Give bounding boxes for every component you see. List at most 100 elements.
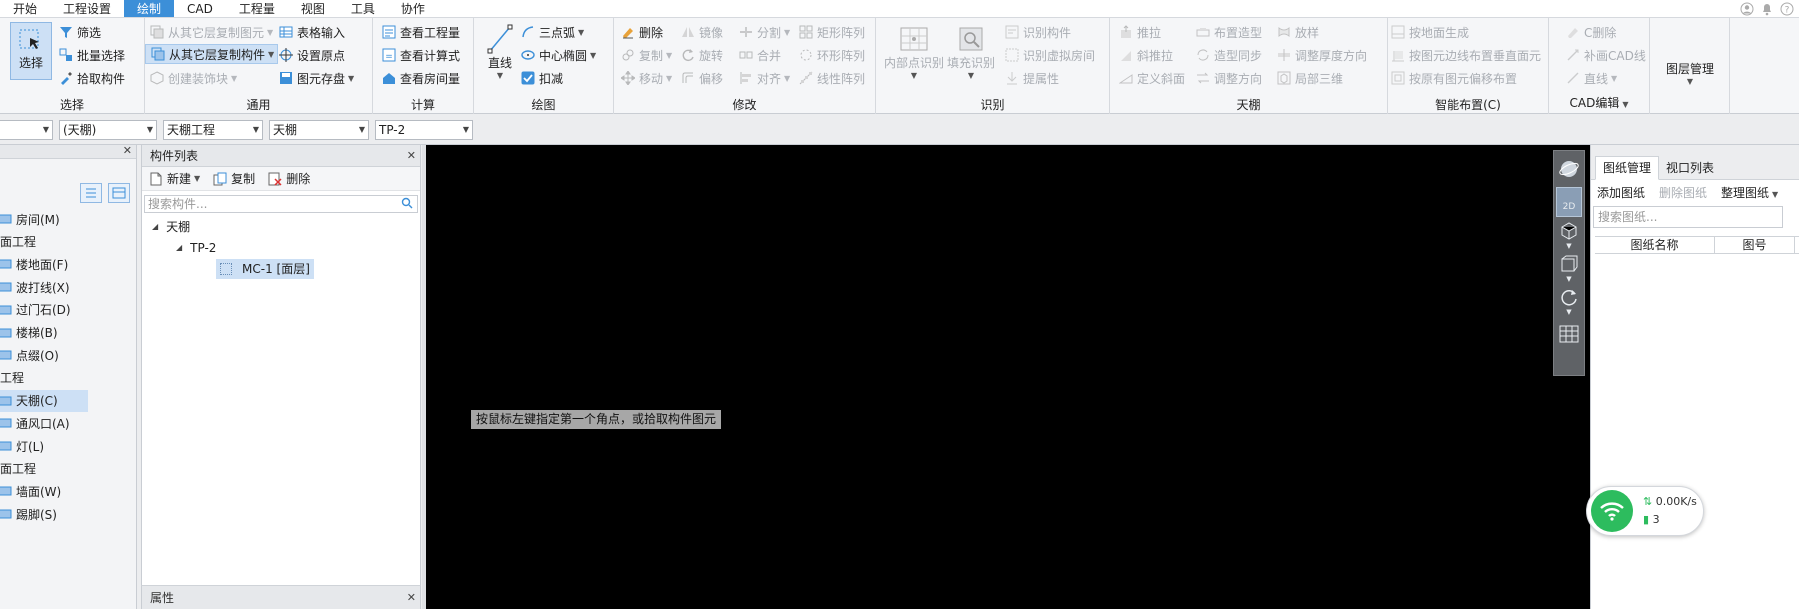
delete-component-button[interactable]: 删除: [267, 169, 310, 189]
nav-item[interactable]: 通风口(A): [0, 412, 88, 434]
center-ellipse-button[interactable]: 中心椭圆 ▼: [520, 45, 596, 65]
close-icon[interactable]: ✕: [407, 145, 416, 167]
nav-item[interactable]: 楼地面(F): [0, 253, 88, 275]
drawing-search-input[interactable]: 搜索图纸...: [1593, 206, 1783, 228]
menu-tab-cad[interactable]: CAD: [174, 0, 226, 17]
split-button[interactable]: 分割 ▼: [738, 22, 790, 42]
column-drawing-number[interactable]: 图号: [1715, 237, 1795, 253]
three-point-arc-button[interactable]: 三点弧 ▼: [520, 22, 584, 42]
group-label-cad-edit[interactable]: CAD编辑 ▼: [1549, 95, 1649, 113]
deduct-checkbox[interactable]: 扣减: [520, 68, 563, 88]
extract-property-button[interactable]: 提属性: [1004, 68, 1059, 88]
view-box-icon[interactable]: ▼: [1556, 253, 1582, 283]
orbit-icon[interactable]: [1556, 154, 1582, 184]
search-icon[interactable]: [401, 197, 413, 213]
adjust-direction-button[interactable]: 调整方向: [1195, 68, 1262, 88]
push-pull-button[interactable]: 推拉: [1118, 22, 1161, 42]
define-slope-button[interactable]: 定义斜面: [1118, 68, 1185, 88]
nav-item[interactable]: 天棚(C): [0, 389, 88, 412]
fill-identify-button[interactable]: 填充识别 ▼: [946, 24, 996, 80]
loft-button[interactable]: 放样: [1276, 22, 1319, 42]
line-button[interactable]: 直线 ▼: [482, 24, 518, 84]
column-drawing-name[interactable]: 图纸名称: [1595, 237, 1715, 253]
interior-point-identify-button[interactable]: 内部点识别 ▼: [884, 24, 944, 80]
element-save-button[interactable]: 图元存盘 ▼: [278, 68, 354, 88]
menu-tab-start[interactable]: 开始: [0, 0, 50, 17]
shape-sync-button[interactable]: 造型同步: [1195, 45, 1262, 65]
nav-item[interactable]: 过门石(D): [0, 299, 88, 321]
mirror-button[interactable]: 镜像: [680, 22, 723, 42]
new-component-button[interactable]: 新建 ▼: [148, 169, 200, 189]
nav-item[interactable]: 墙面(W): [0, 480, 88, 502]
nav-item[interactable]: 踢脚(S): [0, 503, 88, 525]
floor-combo[interactable]: ▼: [0, 120, 53, 140]
component-name-combo[interactable]: TP-2 ▼: [375, 120, 473, 140]
organize-drawing-button[interactable]: 整理图纸 ▼: [1721, 184, 1778, 201]
menu-tab-project-settings[interactable]: 工程设置: [50, 0, 124, 17]
view-3d-cube-icon[interactable]: ▼: [1556, 220, 1582, 250]
user-icon[interactable]: [1739, 1, 1755, 17]
move-button[interactable]: 移动 ▼: [620, 68, 672, 88]
merge-button[interactable]: 合并: [738, 45, 781, 65]
expand-triangle-icon[interactable]: ◢: [152, 217, 158, 237]
filter-button[interactable]: 筛选: [58, 22, 101, 42]
local-3d-button[interactable]: 局部三维: [1276, 68, 1343, 88]
align-button[interactable]: 对齐 ▼: [738, 68, 790, 88]
menu-tab-quantity[interactable]: 工程量: [226, 0, 288, 17]
view-formula-button[interactable]: = 查看计算式: [381, 45, 460, 65]
bell-icon[interactable]: [1759, 1, 1775, 17]
linear-array-button[interactable]: 线性阵列: [798, 68, 865, 88]
category-combo[interactable]: (天棚) ▼: [59, 120, 157, 140]
nav-section-header[interactable]: 工程: [0, 367, 88, 389]
identify-component-button[interactable]: 识别构件: [1004, 22, 1071, 42]
view-2d-button[interactable]: 2D: [1556, 187, 1582, 217]
identify-virtual-room-button[interactable]: 识别虚拟房间: [1004, 45, 1095, 65]
layout-by-edge-button[interactable]: 按图元边线布置垂直面元: [1390, 45, 1541, 65]
view-quantity-button[interactable]: 查看工程量: [381, 22, 460, 42]
list-view-icon[interactable]: [80, 183, 102, 203]
slant-push-pull-button[interactable]: 斜推拉: [1118, 45, 1173, 65]
tab-viewport-list[interactable]: 视口列表: [1659, 157, 1721, 179]
menu-tab-collab[interactable]: 协作: [388, 0, 438, 17]
copy-component-button[interactable]: 复制: [212, 169, 255, 189]
adjust-thickness-direction-button[interactable]: 调整厚度方向: [1276, 45, 1367, 65]
network-monitor[interactable]: ⇅ 0.00K/s ▮ 3: [1586, 486, 1704, 536]
drawing-canvas[interactable]: [426, 145, 1590, 609]
rect-array-button[interactable]: 矩形阵列: [798, 22, 865, 42]
menu-tab-draw[interactable]: 绘制: [124, 0, 175, 17]
cad-delete-button[interactable]: C删除: [1565, 22, 1616, 42]
offset-button[interactable]: 偏移: [680, 68, 723, 88]
nav-item[interactable]: 房间(M): [0, 208, 88, 230]
tree-node-tp2[interactable]: ◢ TP-2: [176, 238, 216, 258]
project-type-combo[interactable]: 天棚工程 ▼: [163, 120, 263, 140]
layout-by-offset-button[interactable]: 按原有图元偏移布置: [1390, 68, 1517, 88]
menu-tab-tools[interactable]: 工具: [338, 0, 388, 17]
tree-node-ceiling[interactable]: ◢ 天棚: [152, 217, 190, 237]
redraw-cad-line-button[interactable]: 补画CAD线: [1565, 45, 1646, 65]
batch-select-button[interactable]: 批量选择: [58, 45, 125, 65]
set-origin-button[interactable]: 设置原点: [278, 45, 345, 65]
tab-drawing-management[interactable]: 图纸管理: [1595, 156, 1660, 180]
tree-node-mc1[interactable]: MC-1 [面层]: [216, 259, 314, 279]
component-search-input[interactable]: 搜索构件...: [144, 195, 418, 213]
view-room-quantity-button[interactable]: 查看房间量: [381, 68, 460, 88]
add-drawing-button[interactable]: 添加图纸: [1597, 184, 1645, 201]
layer-management-button[interactable]: 图层管理 ▼: [1656, 60, 1724, 86]
nav-item[interactable]: 点缀(O): [0, 344, 88, 366]
close-icon[interactable]: ✕: [407, 586, 416, 609]
card-view-icon[interactable]: [108, 183, 130, 203]
nav-section-header[interactable]: 面工程: [0, 231, 88, 253]
expand-triangle-icon[interactable]: ◢: [176, 238, 182, 258]
nav-item[interactable]: 波打线(X): [0, 276, 88, 298]
component-type-combo[interactable]: 天棚 ▼: [269, 120, 369, 140]
rotate-view-icon[interactable]: ▼: [1556, 286, 1582, 316]
table-input-button[interactable]: 表格输入: [278, 22, 345, 42]
close-icon[interactable]: ✕: [123, 144, 132, 157]
nav-section-header[interactable]: 面工程: [0, 458, 88, 480]
select-button[interactable]: 选择: [10, 22, 52, 80]
delete-drawing-button[interactable]: 删除图纸: [1659, 184, 1707, 201]
generate-by-floor-button[interactable]: 按地面生成: [1390, 22, 1469, 42]
help-icon[interactable]: ?: [1779, 1, 1795, 17]
view-settings-icon[interactable]: [1556, 319, 1582, 349]
copy-from-layer-elements-button[interactable]: 从其它层复制图元 ▼: [149, 22, 273, 42]
